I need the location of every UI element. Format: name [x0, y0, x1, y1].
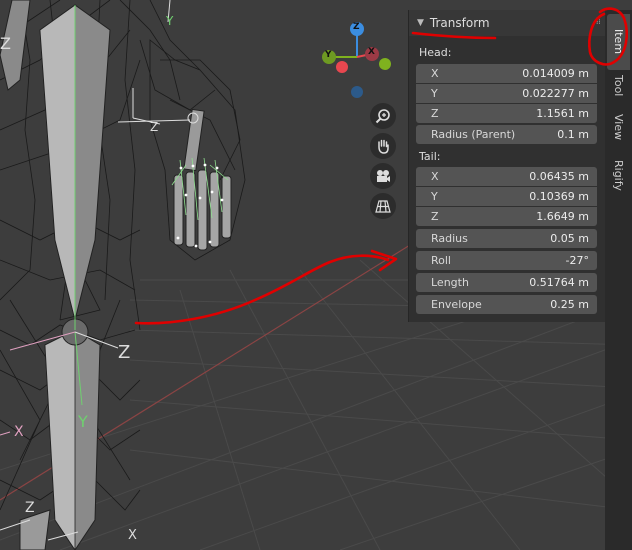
head-x-field[interactable]: X 0.014009 m: [416, 64, 597, 83]
collapse-triangle-icon[interactable]: ▼: [417, 18, 424, 28]
drag-grip-icon[interactable]: ⁞⁞: [596, 16, 601, 27]
wrist-axis-z-label: Z: [150, 120, 159, 134]
roll-field[interactable]: Roll -27°: [416, 251, 597, 270]
field-value: 0.014009 m: [522, 67, 589, 80]
gizmo-x-label: X: [368, 47, 375, 57]
tab-rigify[interactable]: Rigify: [607, 150, 630, 200]
field-label: Y: [431, 190, 438, 203]
field-label: Envelope: [431, 298, 482, 311]
field-label: Z: [431, 210, 439, 223]
sidebar-tab-bar: Item Tool View Rigify: [605, 10, 632, 550]
field-label: Y: [431, 87, 438, 100]
tab-tool[interactable]: Tool: [607, 68, 630, 104]
navigation-gizmo[interactable]: [322, 22, 391, 98]
zoom-icon: [375, 109, 390, 124]
finger-bones: [171, 157, 232, 251]
pan-hand-icon: [378, 139, 389, 154]
bone-axis-x-label: X: [14, 424, 24, 440]
field-value: 0.1 m: [557, 128, 589, 141]
gizmo-y-label: Y: [325, 50, 332, 60]
pan-button[interactable]: [370, 133, 396, 159]
tab-view[interactable]: View: [607, 104, 630, 150]
bone-axis-y-label: Y: [78, 412, 88, 431]
perspective-toggle-button[interactable]: [370, 193, 396, 219]
bone-axis-x-label-2: X: [128, 528, 137, 543]
field-value: 0.06435 m: [529, 170, 589, 183]
transform-sidebar-panel: ▼ Transform ⁞⁞ Head: X 0.014009 m Y 0.02…: [408, 10, 606, 322]
tail-z-field[interactable]: Z 1.6649 m: [416, 207, 597, 226]
head-section-label: Head:: [419, 46, 452, 59]
gizmo-z-label: Z: [353, 22, 360, 32]
radius-field[interactable]: Radius 0.05 m: [416, 229, 597, 248]
blender-window: Z X Y Z Y X Z X Z Z Y ▼ Transform ⁞⁞ Hea…: [0, 0, 632, 550]
tab-item[interactable]: Item: [607, 14, 630, 70]
field-value: 1.6649 m: [536, 210, 589, 223]
field-value: 1.1561 m: [536, 107, 589, 120]
length-field[interactable]: Length 0.51764 m: [416, 273, 597, 292]
head-z-field[interactable]: Z 1.1561 m: [416, 104, 597, 123]
field-label: Roll: [431, 254, 451, 267]
panel-title: Transform: [429, 16, 490, 30]
bone-axis-z-label: Z: [118, 342, 131, 363]
field-value: 0.51764 m: [529, 276, 589, 289]
head-y-field[interactable]: Y 0.022277 m: [416, 84, 597, 103]
field-value: 0.05 m: [550, 232, 589, 245]
field-label: Z: [431, 107, 439, 120]
envelope-field[interactable]: Envelope 0.25 m: [416, 295, 597, 314]
field-value: 0.022277 m: [522, 87, 589, 100]
field-value: 0.10369 m: [529, 190, 589, 203]
top-axis-y-label: Y: [166, 14, 174, 28]
camera-view-button[interactable]: [370, 163, 396, 189]
field-label: Radius (Parent): [431, 128, 516, 141]
field-value: 0.25 m: [550, 298, 589, 311]
tail-section-label: Tail:: [419, 150, 441, 163]
top-axis-z-label: Z: [0, 34, 11, 53]
perspective-grid-icon: [375, 200, 391, 213]
zoom-button[interactable]: [370, 103, 396, 129]
radius-parent-field[interactable]: Radius (Parent) 0.1 m: [416, 125, 597, 144]
field-label: X: [431, 170, 439, 183]
bone-axis-z-label-2: Z: [25, 500, 35, 516]
field-label: Radius: [431, 232, 468, 245]
tail-x-field[interactable]: X 0.06435 m: [416, 167, 597, 186]
tail-y-field[interactable]: Y 0.10369 m: [416, 187, 597, 206]
transform-panel-header[interactable]: ▼ Transform ⁞⁞: [409, 10, 606, 36]
camera-icon: [377, 170, 390, 182]
field-label: X: [431, 67, 439, 80]
field-label: Length: [431, 276, 469, 289]
field-value: -27°: [565, 254, 589, 267]
